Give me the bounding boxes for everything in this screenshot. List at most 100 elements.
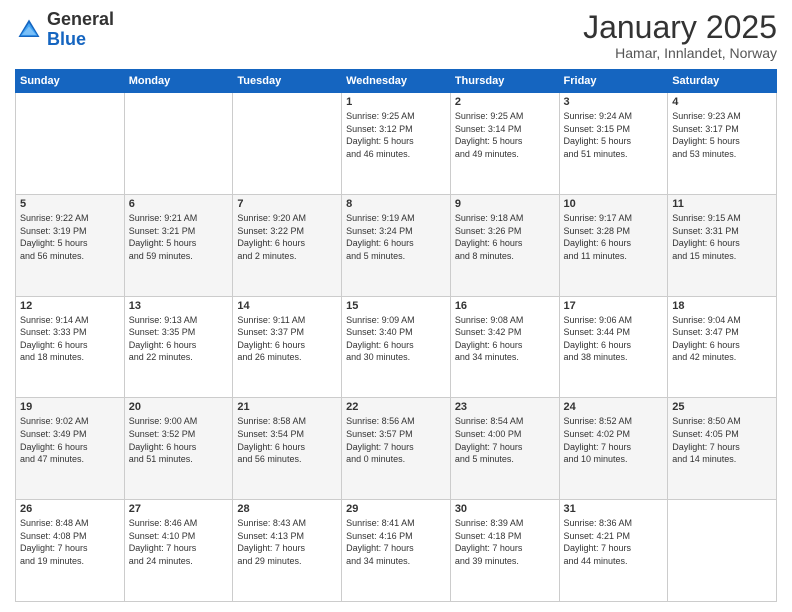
calendar-cell: 17 Sunrise: 9:06 AM Sunset: 3:44 PM Dayli… — [559, 296, 668, 398]
logo: General Blue — [15, 10, 114, 50]
day-number: 2 — [455, 96, 555, 108]
day-number: 12 — [20, 300, 120, 312]
calendar-cell — [233, 93, 342, 195]
day-number: 28 — [237, 503, 337, 515]
calendar-week-1: 1 Sunrise: 9:25 AM Sunset: 3:12 PM Daylig… — [16, 93, 777, 195]
day-number: 9 — [455, 198, 555, 210]
day-info: Sunrise: 8:46 AM Sunset: 4:10 PM Dayligh… — [129, 517, 229, 567]
day-info: Sunrise: 9:06 AM Sunset: 3:44 PM Dayligh… — [564, 314, 664, 364]
day-number: 25 — [672, 401, 772, 413]
header: General Blue January 2025 Hamar, Innland… — [15, 10, 777, 61]
calendar-cell — [124, 93, 233, 195]
day-info: Sunrise: 8:56 AM Sunset: 3:57 PM Dayligh… — [346, 415, 446, 465]
day-info: Sunrise: 9:25 AM Sunset: 3:12 PM Dayligh… — [346, 110, 446, 160]
day-info: Sunrise: 8:48 AM Sunset: 4:08 PM Dayligh… — [20, 517, 120, 567]
day-info: Sunrise: 8:54 AM Sunset: 4:00 PM Dayligh… — [455, 415, 555, 465]
title-block: January 2025 Hamar, Innlandet, Norway — [583, 10, 777, 61]
day-number: 7 — [237, 198, 337, 210]
location: Hamar, Innlandet, Norway — [583, 45, 777, 61]
calendar-cell: 8 Sunrise: 9:19 AM Sunset: 3:24 PM Daylig… — [342, 194, 451, 296]
day-number: 16 — [455, 300, 555, 312]
calendar-cell: 2 Sunrise: 9:25 AM Sunset: 3:14 PM Daylig… — [450, 93, 559, 195]
day-info: Sunrise: 9:14 AM Sunset: 3:33 PM Dayligh… — [20, 314, 120, 364]
calendar-week-3: 12 Sunrise: 9:14 AM Sunset: 3:33 PM Dayli… — [16, 296, 777, 398]
calendar-cell: 9 Sunrise: 9:18 AM Sunset: 3:26 PM Daylig… — [450, 194, 559, 296]
day-info: Sunrise: 9:17 AM Sunset: 3:28 PM Dayligh… — [564, 212, 664, 262]
day-number: 10 — [564, 198, 664, 210]
day-number: 20 — [129, 401, 229, 413]
day-info: Sunrise: 9:19 AM Sunset: 3:24 PM Dayligh… — [346, 212, 446, 262]
calendar-cell: 24Sunrise: 8:52 AM Sunset: 4:02 PM Dayli… — [559, 398, 668, 500]
calendar-cell: 13 Sunrise: 9:13 AM Sunset: 3:35 PM Dayli… — [124, 296, 233, 398]
calendar-cell: 18Sunrise: 9:04 AM Sunset: 3:47 PM Dayli… — [668, 296, 777, 398]
col-header-thursday: Thursday — [450, 70, 559, 93]
day-number: 24 — [564, 401, 664, 413]
day-number: 21 — [237, 401, 337, 413]
calendar-cell: 4 Sunrise: 9:23 AM Sunset: 3:17 PM Daylig… — [668, 93, 777, 195]
day-info: Sunrise: 9:23 AM Sunset: 3:17 PM Dayligh… — [672, 110, 772, 160]
calendar-cell: 12 Sunrise: 9:14 AM Sunset: 3:33 PM Dayli… — [16, 296, 125, 398]
calendar-cell: 11 Sunrise: 9:15 AM Sunset: 3:31 PM Dayli… — [668, 194, 777, 296]
calendar-cell: 16 Sunrise: 9:08 AM Sunset: 3:42 PM Dayli… — [450, 296, 559, 398]
day-number: 6 — [129, 198, 229, 210]
day-info: Sunrise: 9:18 AM Sunset: 3:26 PM Dayligh… — [455, 212, 555, 262]
day-number: 4 — [672, 96, 772, 108]
day-number: 27 — [129, 503, 229, 515]
day-number: 18 — [672, 300, 772, 312]
calendar-week-5: 26 Sunrise: 8:48 AM Sunset: 4:08 PM Dayli… — [16, 500, 777, 602]
col-header-friday: Friday — [559, 70, 668, 93]
col-header-saturday: Saturday — [668, 70, 777, 93]
day-number: 13 — [129, 300, 229, 312]
month-title: January 2025 — [583, 10, 777, 45]
calendar-cell: 23Sunrise: 8:54 AM Sunset: 4:00 PM Dayli… — [450, 398, 559, 500]
calendar-cell — [668, 500, 777, 602]
calendar-cell: 30 Sunrise: 8:39 AM Sunset: 4:18 PM Dayli… — [450, 500, 559, 602]
day-info: Sunrise: 8:41 AM Sunset: 4:16 PM Dayligh… — [346, 517, 446, 567]
col-header-monday: Monday — [124, 70, 233, 93]
day-info: Sunrise: 9:25 AM Sunset: 3:14 PM Dayligh… — [455, 110, 555, 160]
col-header-wednesday: Wednesday — [342, 70, 451, 93]
day-info: Sunrise: 8:39 AM Sunset: 4:18 PM Dayligh… — [455, 517, 555, 567]
col-header-tuesday: Tuesday — [233, 70, 342, 93]
calendar-cell: 15Sunrise: 9:09 AM Sunset: 3:40 PM Dayli… — [342, 296, 451, 398]
day-info: Sunrise: 9:15 AM Sunset: 3:31 PM Dayligh… — [672, 212, 772, 262]
day-info: Sunrise: 8:36 AM Sunset: 4:21 PM Dayligh… — [564, 517, 664, 567]
day-info: Sunrise: 9:24 AM Sunset: 3:15 PM Dayligh… — [564, 110, 664, 160]
calendar-header-row: SundayMondayTuesdayWednesdayThursdayFrid… — [16, 70, 777, 93]
day-number: 15 — [346, 300, 446, 312]
logo-general: General — [47, 9, 114, 29]
day-info: Sunrise: 9:08 AM Sunset: 3:42 PM Dayligh… — [455, 314, 555, 364]
calendar-cell: 25Sunrise: 8:50 AM Sunset: 4:05 PM Dayli… — [668, 398, 777, 500]
calendar-cell — [16, 93, 125, 195]
logo-blue: Blue — [47, 29, 86, 49]
day-number: 30 — [455, 503, 555, 515]
day-number: 1 — [346, 96, 446, 108]
logo-icon — [15, 16, 43, 44]
calendar-cell: 29 Sunrise: 8:41 AM Sunset: 4:16 PM Dayli… — [342, 500, 451, 602]
day-number: 8 — [346, 198, 446, 210]
day-info: Sunrise: 9:13 AM Sunset: 3:35 PM Dayligh… — [129, 314, 229, 364]
day-number: 31 — [564, 503, 664, 515]
col-header-sunday: Sunday — [16, 70, 125, 93]
day-number: 29 — [346, 503, 446, 515]
day-number: 11 — [672, 198, 772, 210]
calendar-week-4: 19Sunrise: 9:02 AM Sunset: 3:49 PM Dayli… — [16, 398, 777, 500]
calendar-week-2: 5Sunrise: 9:22 AM Sunset: 3:19 PM Daylig… — [16, 194, 777, 296]
day-number: 26 — [20, 503, 120, 515]
day-info: Sunrise: 9:22 AM Sunset: 3:19 PM Dayligh… — [20, 212, 120, 262]
calendar-cell: 6 Sunrise: 9:21 AM Sunset: 3:21 PM Daylig… — [124, 194, 233, 296]
day-number: 3 — [564, 96, 664, 108]
day-number: 17 — [564, 300, 664, 312]
logo-text: General Blue — [47, 10, 114, 50]
calendar-cell: 21 Sunrise: 8:58 AM Sunset: 3:54 PM Dayli… — [233, 398, 342, 500]
day-info: Sunrise: 9:00 AM Sunset: 3:52 PM Dayligh… — [129, 415, 229, 465]
day-info: Sunrise: 9:21 AM Sunset: 3:21 PM Dayligh… — [129, 212, 229, 262]
day-info: Sunrise: 9:20 AM Sunset: 3:22 PM Dayligh… — [237, 212, 337, 262]
day-info: Sunrise: 8:58 AM Sunset: 3:54 PM Dayligh… — [237, 415, 337, 465]
calendar-cell: 31 Sunrise: 8:36 AM Sunset: 4:21 PM Dayli… — [559, 500, 668, 602]
calendar-cell: 20 Sunrise: 9:00 AM Sunset: 3:52 PM Dayli… — [124, 398, 233, 500]
calendar-cell: 14Sunrise: 9:11 AM Sunset: 3:37 PM Dayli… — [233, 296, 342, 398]
calendar-cell: 5Sunrise: 9:22 AM Sunset: 3:19 PM Daylig… — [16, 194, 125, 296]
calendar-cell: 27 Sunrise: 8:46 AM Sunset: 4:10 PM Dayli… — [124, 500, 233, 602]
calendar-table: SundayMondayTuesdayWednesdayThursdayFrid… — [15, 69, 777, 602]
